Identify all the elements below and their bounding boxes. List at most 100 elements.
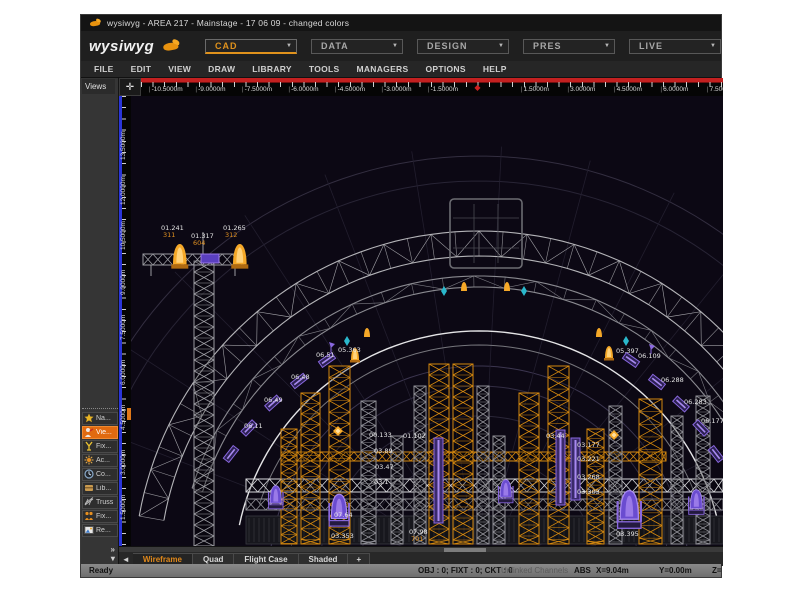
mode-button-data[interactable]: DATA▼ [311, 39, 403, 54]
svg-text:06.109: 06.109 [638, 352, 661, 360]
svg-text:03.353: 03.353 [331, 532, 354, 540]
svg-text:06.177: 06.177 [701, 417, 723, 425]
logo-wordmark: wysiwyg [89, 38, 154, 55]
logo-bird-icon [162, 39, 182, 53]
tab-scroll-left-icon[interactable]: ◄ [119, 555, 133, 564]
svg-text:03.47: 03.47 [375, 463, 394, 471]
chevron-down-icon: ▼ [604, 43, 610, 49]
panel-button-re[interactable]: Re... [82, 524, 118, 537]
svg-text:03.268: 03.268 [577, 473, 600, 481]
chevron-down-icon: ▼ [710, 43, 716, 49]
menu-draw[interactable]: DRAW [208, 64, 235, 74]
menu-options[interactable]: OPTIONS [425, 64, 465, 74]
ruler-label: 6.0000m [660, 86, 688, 93]
svg-text:03.221: 03.221 [577, 455, 600, 463]
viewport-column: ✛ -10.5000m -9.0000m -7.5000m -6.0000m -4.50… [119, 78, 721, 566]
chevron-down-icon: ▼ [392, 43, 398, 49]
ruler-label: -4.5000m [335, 86, 365, 93]
svg-text:03.395: 03.395 [616, 530, 639, 538]
ruler-label: 10.5000m [120, 221, 127, 250]
ruler-label: 1.5000m [521, 86, 549, 93]
panel-shortcut-stack: Na...Vie...Fix...Ac...Co...Lib...TrussFi… [82, 408, 118, 538]
app-window: wysiwyg - AREA 217 - Mainstage - 17 06 0… [80, 14, 722, 578]
app-logo-icon [89, 19, 102, 28]
svg-text:06.51: 06.51 [316, 351, 335, 359]
ruler-label: -1.5000m [428, 86, 458, 93]
ruler-origin-marker: ◆ [474, 83, 480, 92]
content-row: Views Na...Vie...Fix...Ac...Co...Lib...T… [81, 78, 721, 566]
status-coord-mode: ABS [574, 566, 591, 575]
svg-text:03.177: 03.177 [577, 441, 600, 449]
ruler-label: 13.5000m [120, 131, 127, 160]
chevron-down-icon: ▼ [498, 43, 504, 49]
svg-text:312: 312 [225, 231, 237, 239]
left-sidebar: Views Na...Vie...Fix...Ac...Co...Lib...T… [81, 78, 119, 566]
chevron-down-icon: ▼ [286, 43, 292, 49]
wireframe-drawing: 01.24131101.31760401.26531206.5105.36306… [131, 96, 723, 546]
ruler-label: 4.5000m [120, 405, 127, 430]
ruler-label: -9.0000m [195, 86, 225, 93]
svg-text:05.397: 05.397 [616, 347, 639, 355]
vertical-ruler[interactable]: 13.5000m 12.0000m 10.5000m 9.0000m 7.5000m 6.… [119, 96, 131, 546]
menu-library[interactable]: LIBRARY [252, 64, 292, 74]
svg-text:03.89: 03.89 [374, 447, 393, 455]
views-panel-tab[interactable]: Views [82, 79, 115, 94]
status-ready: Ready [89, 566, 113, 575]
collapse-arrow-icon[interactable]: ▾ [110, 554, 114, 563]
status-counts: OBJ : 0; FIXT : 0; CKT : 0 [418, 566, 513, 575]
status-z-coordinate: Z= [712, 566, 722, 575]
ruler-row: ✛ -10.5000m -9.0000m -7.5000m -6.0000m -4.50… [119, 78, 723, 96]
expand-chevron-icon[interactable]: » [110, 545, 114, 554]
svg-text:06.48: 06.48 [291, 373, 310, 381]
ruler-label: 4.5000m [614, 86, 642, 93]
menu-tools[interactable]: TOOLS [309, 64, 340, 74]
mode-button-cad[interactable]: CAD▼ [205, 39, 297, 54]
ruler-label: -3.0000m [381, 86, 411, 93]
menu-edit[interactable]: EDIT [131, 64, 152, 74]
menu-managers[interactable]: MANAGERS [356, 64, 408, 74]
mode-button-pres[interactable]: PRES▼ [523, 39, 615, 54]
status-bar: Ready OBJ : 0; FIXT : 0; CKT : 0 Unlinke… [81, 564, 721, 577]
svg-text:03.1: 03.1 [374, 478, 388, 486]
svg-text:604: 604 [193, 239, 205, 247]
title-bar: wysiwyg - AREA 217 - Mainstage - 17 06 0… [81, 15, 721, 31]
svg-text:06.288: 06.288 [661, 376, 684, 384]
mode-button-design[interactable]: DESIGN▼ [417, 39, 509, 54]
ruler-label: 1.5000m [120, 495, 127, 520]
ruler-label: 9.0000m [120, 270, 127, 295]
ruler-label: 7.5000m [120, 315, 127, 340]
screenshot-canvas: wysiwyg - AREA 217 - Mainstage - 17 06 0… [0, 0, 800, 600]
menu-bar: FILE EDIT VIEW DRAW LIBRARY TOOLS MANAGERS OPTI… [81, 61, 721, 78]
svg-text:00.133: 00.133 [369, 431, 392, 439]
canvas-row: 13.5000m 12.0000m 10.5000m 9.0000m 7.5000m 6.… [119, 96, 723, 546]
ruler-label: 3.0000m [120, 450, 127, 475]
svg-text:701: 701 [411, 535, 423, 543]
renderings-icon [84, 522, 94, 540]
ruler-label: -10.5000m [149, 86, 183, 93]
cad-viewport[interactable]: 01.24131101.31760401.26531206.5105.36306… [131, 96, 723, 546]
ruler-label: 6.0000m [120, 360, 127, 385]
status-faint-text: Unlinked Channels [501, 566, 568, 575]
mode-toolbar: wysiwyg CAD▼ DATA▼ DESIGN▼ PRES▼ LIVE▼ [81, 31, 721, 62]
ruler-origin-button[interactable]: ✛ [119, 78, 141, 96]
svg-text:06.49: 06.49 [264, 396, 283, 404]
ruler-label: -7.5000m [242, 86, 272, 93]
horizontal-ruler[interactable]: -10.5000m -9.0000m -7.5000m -6.0000m -4.5000… [141, 78, 723, 96]
status-x-coordinate: X=9.04m [596, 566, 629, 575]
svg-text:06.283: 06.283 [684, 398, 707, 406]
mode-buttons: CAD▼ DATA▼ DESIGN▼ PRES▼ LIVE▼ [205, 39, 721, 54]
menu-help[interactable]: HELP [483, 64, 507, 74]
sidebar-footer[interactable]: » ▾ [110, 545, 114, 563]
ruler-label: 12.0000m [120, 176, 127, 205]
svg-text:05.363: 05.363 [338, 346, 361, 354]
menu-view[interactable]: VIEW [168, 64, 191, 74]
ruler-label: 3.0000m [567, 86, 595, 93]
ruler-label: -6.0000m [288, 86, 318, 93]
svg-text:06.11: 06.11 [244, 422, 263, 430]
status-y-coordinate: Y=0.00m [659, 566, 692, 575]
window-title: wysiwyg - AREA 217 - Mainstage - 17 06 0… [107, 18, 349, 28]
mode-button-live[interactable]: LIVE▼ [629, 39, 721, 54]
svg-text:03.44: 03.44 [546, 432, 565, 440]
ruler-label: 7.5000m [707, 86, 723, 93]
menu-file[interactable]: FILE [94, 64, 114, 74]
